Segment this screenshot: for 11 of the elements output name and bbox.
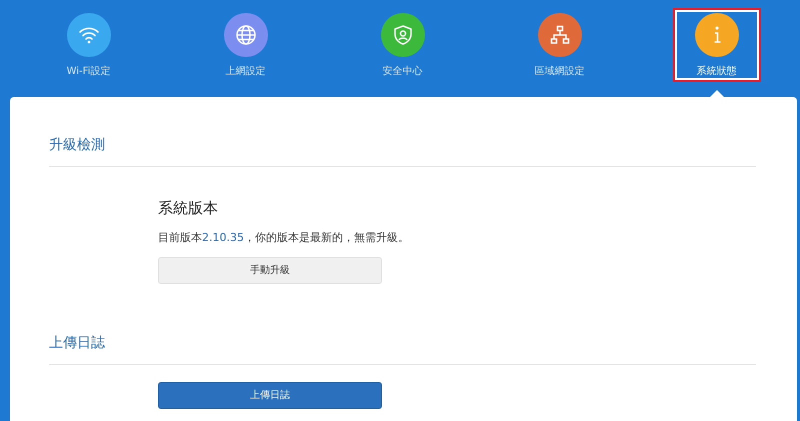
nav-tab[interactable]: 區域網設定 [516,8,604,82]
subsection-title: 系統版本 [158,198,219,219]
section-heading: 升級檢測 [49,127,756,167]
nav-tab[interactable]: Wi-Fi設定 [44,8,132,82]
section-heading: 上傳日誌 [49,325,756,365]
nav-tab[interactable]: 系統狀態 [672,8,760,82]
nav-tab[interactable]: 上網設定 [202,8,290,82]
manual-upgrade-button[interactable]: 手動升級 [158,257,382,284]
nav-tab[interactable]: 安全中心 [358,8,446,82]
upload-log-button[interactable]: 上傳日誌 [158,382,382,409]
version-status-text: 目前版本2.10.35，你的版本是最新的，無需升級。 [158,230,410,246]
